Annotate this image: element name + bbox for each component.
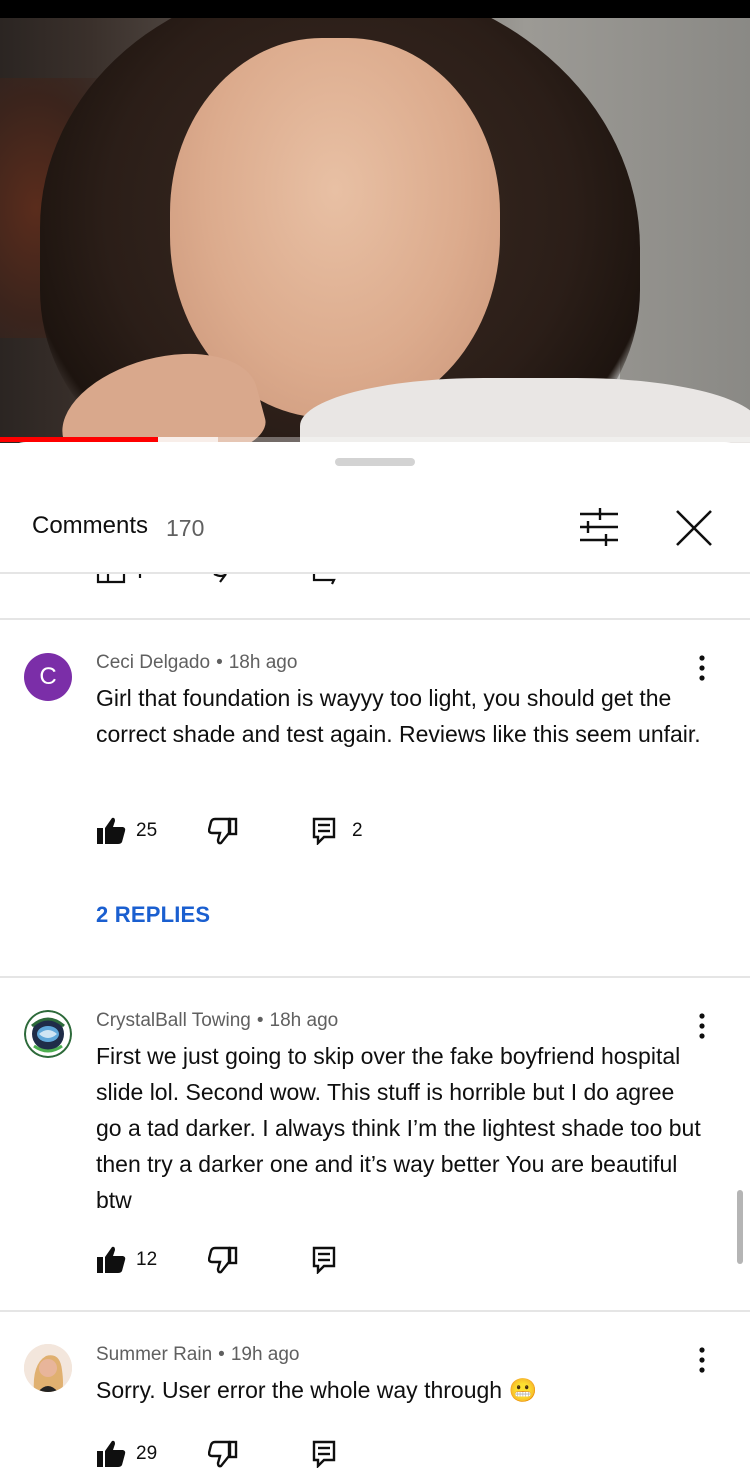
like-button[interactable]: 29 xyxy=(96,1436,157,1472)
thumbs-down-icon xyxy=(208,1440,238,1468)
comment-text: First we just going to skip over the fak… xyxy=(96,1043,701,1213)
reply-icon xyxy=(312,1440,336,1468)
status-bar xyxy=(0,0,750,18)
view-replies-button[interactable]: 2 REPLIES xyxy=(96,902,210,928)
comment-text: Girl that foundation is wayyy too light,… xyxy=(96,685,701,747)
comments-header: Comments 170 xyxy=(0,482,750,574)
avatar[interactable] xyxy=(24,1010,72,1058)
comment-item: CrystalBall Towing • 18h ago First we just… xyxy=(0,978,750,1310)
comment-meta: Summer Rain • 19h ago xyxy=(96,1344,300,1365)
like-button[interactable]: 25 xyxy=(96,813,157,849)
reply-count: 2 xyxy=(352,820,363,841)
comment-author[interactable]: Ceci Delgado xyxy=(96,652,210,673)
sliders-icon xyxy=(580,508,618,546)
close-button[interactable] xyxy=(668,502,720,554)
partial-comment-actions xyxy=(0,574,750,620)
comment-time: 18h ago xyxy=(269,1010,339,1031)
reply-button[interactable]: 2 xyxy=(312,813,363,849)
comment-actions: 25 2 xyxy=(96,813,496,849)
comment-time: 19h ago xyxy=(230,1344,300,1365)
thumbs-up-icon xyxy=(97,817,126,844)
comments-count: 170 xyxy=(166,515,205,541)
comments-title: Comments xyxy=(32,512,149,539)
sort-filter-button[interactable] xyxy=(574,502,624,552)
thumbs-down-icon xyxy=(208,817,238,845)
comment-meta: CrystalBall Towing • 18h ago xyxy=(96,1010,339,1031)
reply-icon xyxy=(312,817,336,845)
like-count: 29 xyxy=(136,1443,158,1464)
dislike-button[interactable] xyxy=(208,1436,238,1472)
thumbs-down-icon xyxy=(208,1246,238,1274)
avatar[interactable] xyxy=(24,1344,72,1392)
comment-item: Summer Rain • 19h ago Sorry. User error th… xyxy=(0,1312,750,1474)
reply-button[interactable] xyxy=(312,1436,336,1472)
crystalball-logo-icon xyxy=(24,1010,72,1058)
dislike-button[interactable] xyxy=(208,1242,238,1278)
comments-sheet: Comments 170 C Ceci Delgado • 18h ago Gi… xyxy=(0,442,750,1474)
comment-item: C Ceci Delgado • 18h ago Girl that foundat… xyxy=(0,620,750,978)
comment-author[interactable]: Summer Rain xyxy=(96,1344,212,1365)
thumbs-up-icon xyxy=(97,1440,126,1467)
dislike-button[interactable] xyxy=(208,813,238,849)
comment-text: Sorry. User error the whole way through … xyxy=(96,1377,538,1403)
like-count: 12 xyxy=(136,1249,158,1270)
thumbs-up-icon xyxy=(97,1246,126,1273)
comment-actions: 29 xyxy=(96,1436,496,1472)
comment-author[interactable]: CrystalBall Towing xyxy=(96,1010,251,1031)
profile-photo-icon xyxy=(24,1344,72,1392)
video-person-shirt xyxy=(300,378,750,443)
like-count: 25 xyxy=(136,820,158,841)
avatar[interactable]: C xyxy=(24,653,72,701)
comment-actions: 12 xyxy=(96,1242,496,1278)
comments-scrollbar[interactable] xyxy=(737,1190,743,1264)
close-icon xyxy=(676,510,712,546)
reply-icon xyxy=(312,1246,336,1274)
reply-button[interactable] xyxy=(312,1242,336,1278)
thumbs-up-icon xyxy=(96,574,336,585)
sheet-drag-handle[interactable] xyxy=(335,458,415,466)
like-button[interactable]: 12 xyxy=(96,1242,157,1278)
avatar-letter: C xyxy=(39,663,57,690)
comment-meta: Ceci Delgado • 18h ago xyxy=(96,652,298,673)
video-player[interactable] xyxy=(0,18,750,443)
comment-time: 18h ago xyxy=(228,652,298,673)
